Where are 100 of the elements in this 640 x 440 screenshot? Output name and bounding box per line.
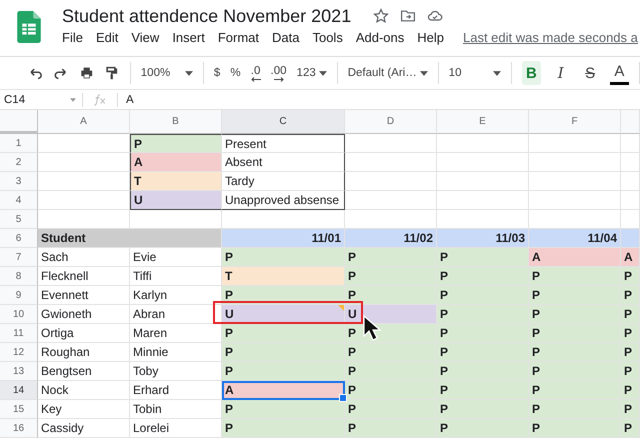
bold-button[interactable]: B <box>522 61 542 85</box>
column-header[interactable]: B <box>130 110 222 134</box>
menu-item[interactable]: File <box>62 30 83 45</box>
row-header[interactable]: 1 <box>0 134 38 153</box>
italic-button[interactable]: I <box>551 61 570 85</box>
menu-item[interactable]: Data <box>272 30 300 45</box>
attendance-cell: P <box>621 324 640 343</box>
row-header[interactable]: 11 <box>0 324 38 343</box>
menu-item[interactable]: Add-ons <box>356 30 404 45</box>
attendance-cell: P <box>621 419 640 438</box>
attendance-cell: P <box>222 362 345 381</box>
table-cell: Ortiga <box>38 324 130 343</box>
column-header[interactable]: F <box>529 110 621 134</box>
row-header[interactable]: 6 <box>0 229 38 248</box>
star-icon[interactable] <box>373 8 390 24</box>
attendance-cell: P <box>345 248 437 267</box>
last-edit-link[interactable]: Last edit was made seconds a <box>463 30 638 45</box>
print-icon[interactable] <box>78 65 94 81</box>
column-header[interactable]: D <box>345 110 437 134</box>
menu-item[interactable]: Edit <box>96 30 118 45</box>
document-title[interactable]: Student attendence November 2021 <box>62 6 352 26</box>
header-cell <box>621 229 640 248</box>
caret-icon <box>70 98 76 102</box>
attendance-cell: P <box>222 400 345 419</box>
row-header[interactable]: 3 <box>0 172 38 191</box>
menu-item[interactable]: Help <box>417 30 444 45</box>
number-format-dropdown[interactable]: 123 <box>296 67 327 79</box>
menu-item[interactable]: Insert <box>172 30 205 45</box>
paint-roller-icon[interactable] <box>104 65 120 81</box>
attendance-cell: P <box>345 286 437 305</box>
row-header[interactable]: 13 <box>0 362 38 381</box>
table-cell: Evennett <box>38 286 130 305</box>
menu-item[interactable]: Format <box>218 30 259 45</box>
legend-code: A <box>130 153 222 172</box>
column-header[interactable]: E <box>437 110 529 134</box>
legend-code: P <box>130 134 222 153</box>
menu-item[interactable]: View <box>131 30 160 45</box>
attendance-cell: P <box>621 362 640 381</box>
row-header[interactable]: 9 <box>0 286 38 305</box>
attendance-cell: P <box>437 362 529 381</box>
row-header[interactable]: 8 <box>0 267 38 286</box>
zoom-dropdown[interactable]: 100% <box>140 67 193 79</box>
table-cell: Gwioneth <box>38 305 130 324</box>
strike-button[interactable]: S <box>580 61 600 85</box>
color-button[interactable]: A <box>610 62 630 84</box>
attendance-cell: A <box>222 381 345 400</box>
date-header: 11/01 <box>222 229 345 248</box>
row-header[interactable]: 15 <box>0 400 38 419</box>
row-header[interactable]: 10 <box>0 305 38 324</box>
attendance-cell: A <box>621 248 640 267</box>
attendance-cell: P <box>345 324 437 343</box>
column-header[interactable]: A <box>38 110 130 134</box>
legend-meaning: Absent <box>222 153 345 172</box>
menu-item[interactable]: Tools <box>312 30 343 45</box>
attendance-cell: P <box>621 343 640 362</box>
row-header[interactable]: 12 <box>0 343 38 362</box>
attendance-cell: P <box>345 381 437 400</box>
font-dropdown[interactable]: Default (Ari… <box>348 67 428 79</box>
sheets-logo-icon[interactable] <box>17 11 41 43</box>
table-cell: Cassidy <box>38 419 130 438</box>
table-cell: Flecknell <box>38 267 130 286</box>
row-header[interactable]: 16 <box>0 419 38 438</box>
attendance-cell: P <box>437 381 529 400</box>
arrow-icon <box>250 76 261 82</box>
date-header: 11/02 <box>345 229 437 248</box>
attendance-cell: P <box>529 267 621 286</box>
attendance-cell: P <box>529 419 621 438</box>
currency-button[interactable]: $ <box>214 67 220 79</box>
attendance-cell: A <box>529 248 621 267</box>
attendance-cell: P <box>437 305 529 324</box>
increase-decimal-button[interactable]: .00 <box>270 64 287 82</box>
table-cell: Sach <box>38 248 130 267</box>
caret-icon <box>492 70 501 76</box>
attendance-cell: P <box>345 343 437 362</box>
legend-meaning: Present <box>222 134 345 153</box>
student-header: Student <box>38 229 222 248</box>
attendance-cell: P <box>529 324 621 343</box>
attendance-cell: T <box>222 267 345 286</box>
font-size-dropdown[interactable]: 10 <box>448 67 501 79</box>
formula-input[interactable]: A <box>118 94 134 106</box>
row-header[interactable]: 7 <box>0 248 38 267</box>
column-header[interactable]: C <box>222 110 345 134</box>
row-header[interactable]: 14 <box>0 381 38 400</box>
folder-icon[interactable] <box>400 8 416 24</box>
name-box[interactable]: C14 <box>0 94 82 106</box>
attendance-cell: P <box>621 305 640 324</box>
row-header[interactable]: 5 <box>0 210 38 229</box>
decrease-decimal-button[interactable]: .0 <box>250 64 261 82</box>
percent-button[interactable]: % <box>230 67 241 79</box>
attendance-cell: P <box>621 286 640 305</box>
attendance-cell: P <box>345 267 437 286</box>
attendance-cell: P <box>621 381 640 400</box>
caret-icon <box>420 70 428 76</box>
table-cell: Roughan <box>38 343 130 362</box>
attendance-cell: P <box>621 400 640 419</box>
row-header[interactable]: 2 <box>0 153 38 172</box>
arrow-icon <box>274 76 284 82</box>
date-header: 11/03 <box>437 229 529 248</box>
row-header[interactable]: 4 <box>0 191 38 210</box>
attendance-cell: P <box>437 248 529 267</box>
